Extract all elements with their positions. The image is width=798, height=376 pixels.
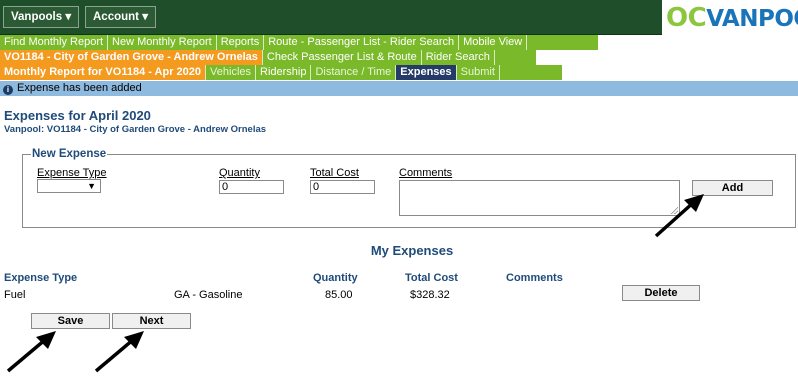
col-expense-type: Expense Type — [4, 272, 78, 284]
banner-message: Expense has been added — [17, 82, 142, 94]
new-expense-legend: New Expense — [32, 148, 107, 160]
col-quantity: Quantity — [313, 272, 358, 284]
nav-vanpool-current[interactable]: VO1184 - City of Garden Grove - Andrew O… — [0, 50, 263, 65]
comments-label: Comments — [399, 167, 453, 179]
expense-type-select[interactable]: ▼ — [37, 179, 101, 193]
arrow-pointing-add-icon — [654, 194, 704, 238]
nav-new-monthly-report[interactable]: New Monthly Report — [108, 35, 217, 50]
nav-check-passenger-list[interactable]: Check Passenger List & Route — [263, 50, 422, 65]
nav-reports[interactable]: Reports — [217, 35, 265, 50]
page-title: Expenses for April 2020 — [4, 108, 151, 123]
info-icon: i — [3, 85, 13, 95]
row-total-cost: $328.32 — [410, 289, 450, 301]
account-menu[interactable]: Account ▾ — [85, 6, 156, 28]
status-banner: i Expense has been added — [0, 81, 798, 96]
oc-vanpool-logo: OCVANPOOL — [666, 3, 798, 33]
vanpools-menu[interactable]: Vanpools ▾ — [3, 6, 80, 28]
report-nav: Monthly Report for VO1184 - Apr 2020 Veh… — [0, 65, 798, 80]
quantity-label: Quantity — [219, 167, 260, 179]
tab-expenses[interactable]: Expenses — [396, 65, 457, 80]
col-total-cost: Total Cost — [405, 272, 458, 284]
expense-type-label: Expense Type — [37, 167, 107, 179]
nav-monthly-report-current[interactable]: Monthly Report for VO1184 - Apr 2020 — [0, 65, 207, 80]
row-expense-type: Fuel — [4, 289, 26, 301]
dropdown-caret-icon: ▼ — [87, 181, 96, 191]
total-cost-label: Total Cost — [310, 167, 359, 179]
main-nav: Find Monthly Report New Monthly Report R… — [0, 35, 798, 50]
save-button[interactable]: Save — [31, 313, 110, 329]
nav-mobile-view[interactable]: Mobile View — [459, 35, 528, 50]
total-cost-input[interactable]: 0 — [310, 180, 375, 194]
top-bar: Vanpools ▾ Account ▾ OCVANPOOL — [0, 0, 798, 35]
next-button[interactable]: Next — [112, 313, 191, 329]
tab-submit[interactable]: Submit — [457, 65, 500, 80]
row-quantity: 85.00 — [325, 289, 353, 301]
nav-rider-search[interactable]: Rider Search — [422, 50, 495, 65]
nav-find-monthly-report[interactable]: Find Monthly Report — [0, 35, 109, 50]
tab-vehicles[interactable]: Vehicles — [206, 65, 257, 80]
delete-button[interactable]: Delete — [622, 285, 700, 301]
tab-distance-time[interactable]: Distance / Time — [311, 65, 397, 80]
my-expenses-title: My Expenses — [370, 243, 454, 258]
quantity-input[interactable]: 0 — [219, 180, 284, 194]
vanpool-nav: VO1184 - City of Garden Grove - Andrew O… — [0, 50, 798, 65]
arrow-pointing-next-icon — [94, 331, 144, 373]
comments-textarea[interactable] — [399, 180, 680, 216]
nav-route-passenger-list[interactable]: Route - Passenger List - Rider Search — [264, 35, 460, 50]
arrow-pointing-save-icon — [6, 331, 56, 373]
tab-ridership[interactable]: Ridership — [256, 65, 312, 80]
col-comments: Comments — [506, 272, 563, 284]
row-expense-subtype: GA - Gasoline — [174, 289, 243, 301]
page-subtitle: Vanpool: VO1184 - City of Garden Grove -… — [4, 124, 267, 135]
